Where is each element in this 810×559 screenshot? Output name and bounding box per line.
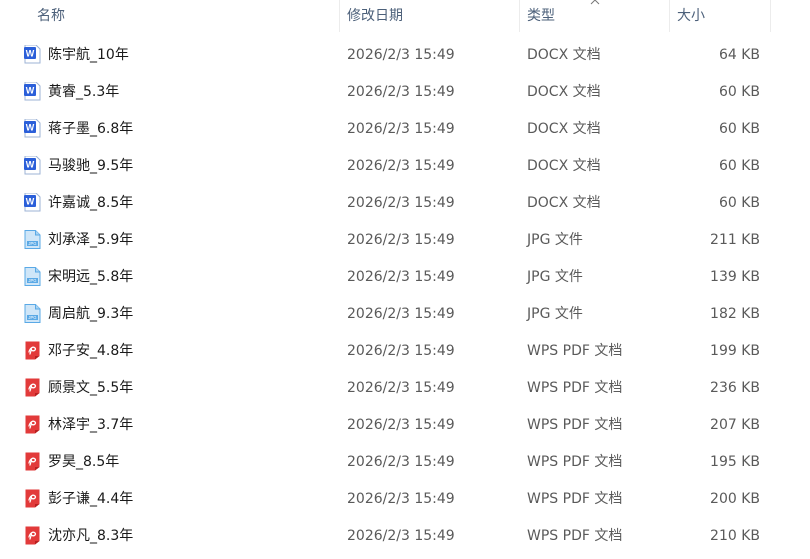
file-modified-date: 2026/2/3 15:49 — [347, 491, 455, 507]
file-size: 60 KB — [718, 121, 760, 137]
file-modified-date: 2026/2/3 15:49 — [347, 121, 455, 137]
file-row[interactable]: JPG 宋明远_5.8年 2026/2/3 15:49 JPG 文件 139 KB — [0, 259, 810, 296]
file-row[interactable]: W 陈宇航_10年 2026/2/3 15:49 DOCX 文档 64 KB — [0, 37, 810, 74]
file-modified-date: 2026/2/3 15:49 — [347, 343, 455, 359]
column-header-bar: 名称 修改日期 类型 大小 — [0, 0, 810, 32]
file-modified-date: 2026/2/3 15:49 — [347, 380, 455, 396]
file-type: DOCX 文档 — [527, 47, 601, 63]
file-row[interactable]: 罗昊_8.5年 2026/2/3 15:49 WPS PDF 文档 195 KB — [0, 444, 810, 481]
file-size: 60 KB — [718, 158, 760, 174]
file-modified-date: 2026/2/3 15:49 — [347, 528, 455, 544]
word-doc-icon: W — [24, 44, 41, 64]
jpg-image-icon: JPG — [24, 230, 41, 249]
file-type: WPS PDF 文档 — [527, 491, 623, 507]
word-doc-icon: W — [24, 192, 41, 212]
wps-pdf-icon — [24, 341, 41, 360]
file-size: 64 KB — [718, 47, 760, 63]
file-modified-date: 2026/2/3 15:49 — [347, 269, 455, 285]
file-type: WPS PDF 文档 — [527, 343, 623, 359]
file-size: 200 KB — [710, 491, 760, 507]
wps-pdf-icon — [24, 415, 41, 434]
file-type: DOCX 文档 — [527, 158, 601, 174]
file-type: DOCX 文档 — [527, 195, 601, 211]
file-size: 182 KB — [710, 306, 760, 322]
file-modified-date: 2026/2/3 15:49 — [347, 84, 455, 100]
file-name: 沈亦凡_8.3年 — [48, 528, 134, 544]
file-modified-date: 2026/2/3 15:49 — [347, 158, 455, 174]
file-name: 黄睿_5.3年 — [48, 84, 120, 100]
file-name: 蒋子墨_6.8年 — [48, 121, 134, 137]
file-modified-date: 2026/2/3 15:49 — [347, 195, 455, 211]
word-doc-icon: W — [24, 81, 41, 101]
file-name: 林泽宇_3.7年 — [48, 417, 134, 433]
svg-text:JPG: JPG — [28, 241, 36, 246]
file-name: 邓子安_4.8年 — [48, 343, 134, 359]
svg-text:W: W — [26, 49, 35, 59]
file-row[interactable]: W 蒋子墨_6.8年 2026/2/3 15:49 DOCX 文档 60 KB — [0, 111, 810, 148]
file-row[interactable]: JPG 周启航_9.3年 2026/2/3 15:49 JPG 文件 182 KB — [0, 296, 810, 333]
chevron-up-icon — [590, 0, 600, 5]
file-name: 顾景文_5.5年 — [48, 380, 134, 396]
file-name: 彭子谦_4.4年 — [48, 491, 134, 507]
file-row[interactable]: 顾景文_5.5年 2026/2/3 15:49 WPS PDF 文档 236 KB — [0, 370, 810, 407]
wps-pdf-icon — [24, 452, 41, 471]
svg-text:JPG: JPG — [28, 278, 36, 283]
file-row[interactable]: 邓子安_4.8年 2026/2/3 15:49 WPS PDF 文档 199 KB — [0, 333, 810, 370]
file-modified-date: 2026/2/3 15:49 — [347, 47, 455, 63]
file-type: JPG 文件 — [527, 232, 583, 248]
file-name: 刘承泽_5.9年 — [48, 232, 134, 248]
file-row[interactable]: 林泽宇_3.7年 2026/2/3 15:49 WPS PDF 文档 207 KB — [0, 407, 810, 444]
column-header-name[interactable]: 名称 — [29, 0, 339, 32]
column-header-size[interactable]: 大小 — [669, 0, 770, 32]
file-size: 195 KB — [710, 454, 760, 470]
file-type: WPS PDF 文档 — [527, 454, 623, 470]
svg-text:W: W — [26, 160, 35, 170]
svg-text:W: W — [26, 123, 35, 133]
file-type: WPS PDF 文档 — [527, 380, 623, 396]
file-name: 周启航_9.3年 — [48, 306, 134, 322]
file-name: 罗昊_8.5年 — [48, 454, 120, 470]
svg-text:W: W — [26, 86, 35, 96]
svg-text:W: W — [26, 197, 35, 207]
file-type: DOCX 文档 — [527, 121, 601, 137]
file-size: 60 KB — [718, 195, 760, 211]
file-size: 210 KB — [710, 528, 760, 544]
column-divider[interactable] — [770, 0, 771, 32]
file-name: 宋明远_5.8年 — [48, 269, 134, 285]
file-name: 许嘉诚_8.5年 — [48, 195, 134, 211]
file-size: 211 KB — [710, 232, 760, 248]
file-row[interactable]: W 许嘉诚_8.5年 2026/2/3 15:49 DOCX 文档 60 KB — [0, 185, 810, 222]
file-size: 60 KB — [718, 84, 760, 100]
file-size: 207 KB — [710, 417, 760, 433]
file-row[interactable]: JPG 刘承泽_5.9年 2026/2/3 15:49 JPG 文件 211 KB — [0, 222, 810, 259]
file-row[interactable]: 彭子谦_4.4年 2026/2/3 15:49 WPS PDF 文档 200 KB — [0, 481, 810, 518]
file-size: 236 KB — [710, 380, 760, 396]
file-explorer: 名称 修改日期 类型 大小 W 陈宇航_10年 2026/2/3 15:49 DOC… — [0, 0, 810, 559]
word-doc-icon: W — [24, 155, 41, 175]
file-modified-date: 2026/2/3 15:49 — [347, 417, 455, 433]
file-type: JPG 文件 — [527, 306, 583, 322]
wps-pdf-icon — [24, 526, 41, 545]
file-type: WPS PDF 文档 — [527, 417, 623, 433]
file-type: WPS PDF 文档 — [527, 528, 623, 544]
file-size: 199 KB — [710, 343, 760, 359]
jpg-image-icon: JPG — [24, 267, 41, 286]
jpg-image-icon: JPG — [24, 304, 41, 323]
file-row[interactable]: W 黄睿_5.3年 2026/2/3 15:49 DOCX 文档 60 KB — [0, 74, 810, 111]
file-type: DOCX 文档 — [527, 84, 601, 100]
file-modified-date: 2026/2/3 15:49 — [347, 232, 455, 248]
file-type: JPG 文件 — [527, 269, 583, 285]
column-header-date[interactable]: 修改日期 — [339, 0, 519, 32]
file-row[interactable]: W 马骏驰_9.5年 2026/2/3 15:49 DOCX 文档 60 KB — [0, 148, 810, 185]
file-modified-date: 2026/2/3 15:49 — [347, 454, 455, 470]
file-modified-date: 2026/2/3 15:49 — [347, 306, 455, 322]
file-name: 马骏驰_9.5年 — [48, 158, 134, 174]
file-name: 陈宇航_10年 — [48, 47, 129, 63]
file-size: 139 KB — [710, 269, 760, 285]
wps-pdf-icon — [24, 489, 41, 508]
file-row[interactable]: 沈亦凡_8.3年 2026/2/3 15:49 WPS PDF 文档 210 KB — [0, 518, 810, 555]
svg-text:JPG: JPG — [28, 315, 36, 320]
wps-pdf-icon — [24, 378, 41, 397]
word-doc-icon: W — [24, 118, 41, 138]
